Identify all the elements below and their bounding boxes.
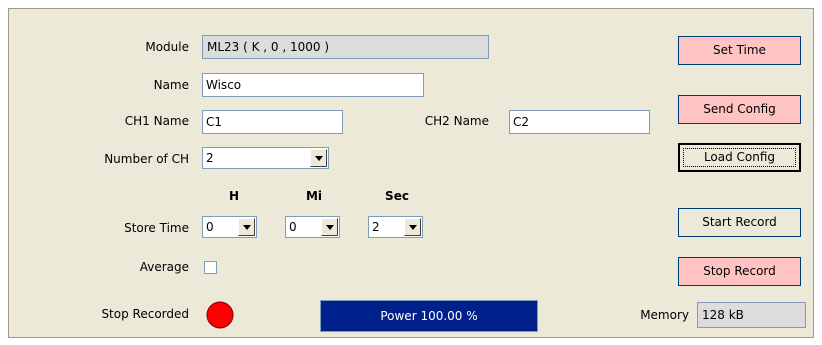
- ch2-name-input[interactable]: C2: [509, 110, 650, 134]
- store-time-seconds-select[interactable]: 2: [368, 216, 423, 238]
- seconds-header: Sec: [385, 189, 409, 203]
- chevron-down-icon[interactable]: [238, 218, 255, 236]
- stop-recorded-label: Stop Recorded: [101, 307, 189, 321]
- hours-header: H: [228, 189, 240, 203]
- store-time-hours-value: 0: [206, 220, 214, 234]
- power-status: Power 100.00 %: [320, 300, 538, 332]
- minutes-header: Mi: [305, 189, 323, 203]
- send-config-button[interactable]: Send Config: [678, 95, 801, 124]
- name-input[interactable]: Wisco: [202, 73, 424, 97]
- store-time-seconds-value: 2: [372, 220, 380, 234]
- stop-record-button[interactable]: Stop Record: [678, 257, 801, 286]
- memory-field: 128 kB: [697, 302, 806, 328]
- ch1-name-label: CH1 Name: [124, 114, 189, 128]
- set-time-button[interactable]: Set Time: [678, 36, 801, 65]
- focus-outline: [683, 148, 796, 167]
- name-label: Name: [153, 78, 189, 92]
- ch2-name-label: CH2 Name: [424, 114, 489, 128]
- chevron-down-icon[interactable]: [310, 149, 327, 167]
- module-label: Module: [145, 40, 189, 54]
- store-time-minutes-select[interactable]: 0: [285, 216, 340, 238]
- store-time-label: Store Time: [124, 221, 189, 235]
- module-field: ML23 ( K , 0 , 1000 ): [202, 35, 489, 59]
- start-record-button[interactable]: Start Record: [678, 208, 801, 237]
- ch1-name-input[interactable]: C1: [202, 110, 343, 134]
- average-label: Average: [139, 260, 189, 274]
- record-status-indicator: [205, 300, 235, 330]
- store-time-minutes-value: 0: [289, 220, 297, 234]
- average-checkbox[interactable]: [204, 261, 217, 274]
- memory-label: Memory: [640, 308, 689, 322]
- chevron-down-icon[interactable]: [321, 218, 338, 236]
- number-of-ch-value: 2: [206, 151, 214, 165]
- number-of-ch-label: Number of CH: [104, 152, 189, 166]
- number-of-ch-select[interactable]: 2: [202, 147, 329, 169]
- config-panel: Module ML23 ( K , 0 , 1000 ) Name Wisco …: [8, 8, 814, 338]
- chevron-down-icon[interactable]: [404, 218, 421, 236]
- load-config-button[interactable]: Load Config: [678, 143, 801, 172]
- store-time-hours-select[interactable]: 0: [202, 216, 257, 238]
